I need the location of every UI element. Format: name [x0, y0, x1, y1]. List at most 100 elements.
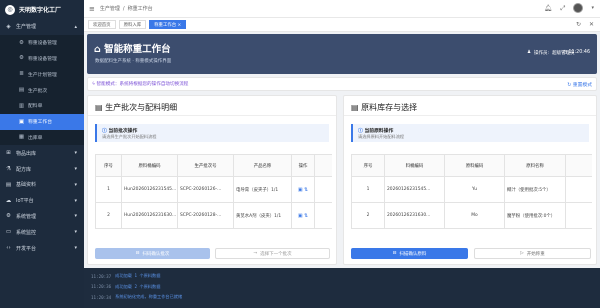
- sidebar-item-label: 生产计划管理: [28, 72, 57, 78]
- batch-panel: ▤ 生产批次与配料明细 ⓘ 当前批次操作 请选择生产批次开始配料流程 序号 原料…: [87, 95, 337, 265]
- sidebar-item-5[interactable]: ▥ 配料单: [0, 97, 84, 114]
- batch-info-title: ⓘ 当前批次操作: [102, 129, 138, 134]
- table-header-row: 序号 料桶编码 原料编码 原料名称: [351, 154, 592, 177]
- sidebar-item-label: 开发平台: [16, 245, 37, 252]
- sidebar-item-label: 配方库: [16, 166, 32, 173]
- cloud-icon: ☁: [5, 197, 12, 204]
- column-header: 原料名称: [504, 154, 566, 177]
- tab-1[interactable]: 原料入库: [118, 20, 147, 29]
- top-bar: ≡ 生产管理 / 称重工作台 🔔︎ ⤢ ▾: [84, 0, 600, 18]
- sidebar-item-3[interactable]: ≣ 生产计划管理: [0, 66, 84, 83]
- sidebar-item-7[interactable]: ▦ 出库单: [0, 129, 84, 146]
- confirm-batch-button[interactable]: ⊟ 扫码确认批次: [95, 248, 210, 259]
- column-header: 序号: [351, 154, 385, 177]
- chevron-down-icon[interactable]: ▾: [591, 5, 594, 11]
- sidebar-item-2[interactable]: ⚙ 称重设备管理: [0, 50, 84, 67]
- table-row[interactable]: 2 Hun20260126231630... SCPC-20260128-...…: [95, 202, 332, 229]
- sidebar-item-1[interactable]: ⚙ 称重设备管理: [0, 34, 84, 51]
- cell-material-code: Yu: [444, 176, 505, 203]
- table-row[interactable]: 1 20260126231545... Yu 椰汁（使用批次:5个）: [351, 176, 592, 203]
- sidebar-item-10[interactable]: ▤ 基础资料 ▾: [0, 177, 84, 193]
- column-header: 原料编码: [444, 154, 505, 177]
- column-header: 料桶编码: [384, 154, 445, 177]
- batch-table: 序号 原料桶编码 生产批次号 产品名称 操作 1 Hun202601262315…: [95, 154, 332, 229]
- sidebar-item-label: 称重工作台: [28, 120, 52, 126]
- sidebar-item-12[interactable]: ⚙ 系统管理 ▾: [0, 209, 84, 225]
- batch-info-box: ⓘ 当前批次操作 请选择生产批次开始配料流程: [95, 124, 329, 142]
- cell-batch: SCPC-20260128-...: [177, 202, 234, 229]
- cell-material-code: Mo: [444, 202, 505, 229]
- breadcrumb-item[interactable]: 生产管理: [100, 5, 120, 12]
- cell-code: 20260126231630...: [384, 202, 445, 229]
- sidebar-item-13[interactable]: ▭ 系统监控 ▾: [0, 224, 84, 240]
- breadcrumb-separator: /: [122, 5, 125, 12]
- tab-0[interactable]: 欢迎首页: [88, 20, 116, 29]
- log-message: 成功加载 1 个原料数据: [115, 273, 161, 279]
- sidebar-item-label: 物品出库: [16, 150, 37, 157]
- sidebar-item-6[interactable]: ▣ 称重工作台: [0, 113, 84, 130]
- log-message: 系统初始化完成，称重工作台已就绪: [115, 294, 183, 300]
- sidebar-item-label: 基础资料: [16, 182, 37, 189]
- material-panel-title: ▤ 原料库存与选择: [351, 103, 418, 112]
- sidebar-item-label: IoT平台: [16, 198, 34, 205]
- edit-icon[interactable]: ▣: [298, 187, 303, 193]
- cell-empty: [565, 176, 592, 203]
- scan-icon: ⊟: [392, 251, 397, 256]
- cell-no: 1: [95, 176, 122, 203]
- settings-icon: ⚙: [19, 55, 24, 62]
- table-row[interactable]: 1 Hun20260126231545... SCPC-20260126-...…: [95, 176, 332, 203]
- sidebar-item-14[interactable]: ‹› 开发平台 ▾: [0, 240, 84, 256]
- scan-material-button[interactable]: ⊟ 扫描确认原料: [351, 248, 468, 259]
- menu-toggle-icon[interactable]: ≡: [89, 5, 95, 13]
- document-icon: ▤: [18, 87, 25, 94]
- fullscreen-icon[interactable]: ⤢: [560, 4, 565, 13]
- edit-icon[interactable]: ▣: [298, 213, 303, 219]
- avatar[interactable]: [573, 3, 584, 13]
- list-icon: ≣: [19, 71, 24, 78]
- list-icon: ▤: [95, 103, 106, 112]
- cell-product: 黄苋水A剂（皮夹）1/1: [233, 202, 292, 229]
- code-icon: ‹›: [6, 245, 11, 252]
- start-weighing-button[interactable]: ▷ 开始称重: [474, 248, 591, 259]
- sidebar: ◎ 天明数字化工厂 ◈ 生产管理 ▴ ⚙ 称重设备管理 ⚙ 称重设备管理 ≣ 生产计划管理 ▤ 生产…: [0, 0, 84, 308]
- reset-mode-button[interactable]: ↻ 重置模式: [567, 81, 592, 88]
- log-line: 11:20:37 成功加载 1 个原料数据: [84, 271, 600, 282]
- swap-icon[interactable]: ⇅: [304, 213, 308, 219]
- sidebar-item-0[interactable]: ◈ 生产管理 ▴: [0, 19, 84, 35]
- sidebar-item-11[interactable]: ☁ IoT平台 ▾: [0, 193, 84, 209]
- cell-empty: [565, 202, 592, 229]
- chevron-down-icon: ▾: [74, 229, 77, 236]
- sidebar-item-4[interactable]: ▤ 生产批次: [0, 82, 84, 98]
- sidebar-item-8[interactable]: ⊞ 物品出库 ▾: [0, 145, 84, 161]
- tab-2[interactable]: 称重工作台 ×: [149, 20, 187, 29]
- sidebar-item-label: 生产管理: [16, 24, 37, 31]
- column-header: [565, 154, 592, 177]
- sidebar-item-label: 称重设备管理: [28, 56, 57, 62]
- table-header-row: 序号 原料桶编码 生产批次号 产品名称 操作: [95, 154, 332, 177]
- sidebar-item-label: 生产批次: [28, 88, 48, 94]
- file-icon: ▥: [18, 102, 25, 109]
- sidebar-item-9[interactable]: ⚗ 配方库 ▾: [0, 161, 84, 177]
- close-icon[interactable]: ✕: [589, 21, 594, 28]
- swap-icon[interactable]: ⇅: [304, 187, 308, 193]
- column-header: 序号: [95, 154, 122, 177]
- chevron-down-icon: ▾: [74, 150, 77, 157]
- cell-material-name: 魔芋粉（使用批次:0个）: [504, 202, 566, 229]
- bell-icon[interactable]: 🔔︎: [544, 4, 552, 12]
- page-title: ⌂ 智能称重工作台: [94, 44, 171, 55]
- tab-list: 欢迎首页 原料入库 称重工作台 ×: [88, 20, 187, 29]
- scan-icon: ⊟: [135, 251, 140, 256]
- chevron-up-icon: ▴: [74, 23, 77, 30]
- material-table: 序号 料桶编码 原料编码 原料名称 1 20260126231545... Yu…: [351, 154, 592, 229]
- cell-empty: [314, 176, 332, 203]
- hero-banner: ⌂ 智能称重工作台 数据配料生产系统 · 称重模式操作界面 ♟ 操作员: 超级管…: [87, 34, 597, 74]
- sidebar-item-label: 称重设备管理: [28, 41, 57, 47]
- cell-product: 电导膏（皮夹子）1/1: [233, 176, 292, 203]
- table-row[interactable]: 2 20260126231630... Mo 魔芋粉（使用批次:0个）: [351, 202, 592, 229]
- refresh-icon[interactable]: ↻: [576, 21, 581, 28]
- cell-empty: [314, 202, 332, 229]
- tab-bar: 欢迎首页 原料入库 称重工作台 × ↻ ✕: [84, 18, 600, 32]
- cell-no: 2: [351, 202, 385, 229]
- material-panel: ▤ 原料库存与选择 ⓘ 当前原料操作 请选择原料开始配料流程 序号 料桶编码 原…: [343, 95, 597, 265]
- next-batch-button[interactable]: → 选择下一个批次: [215, 248, 330, 259]
